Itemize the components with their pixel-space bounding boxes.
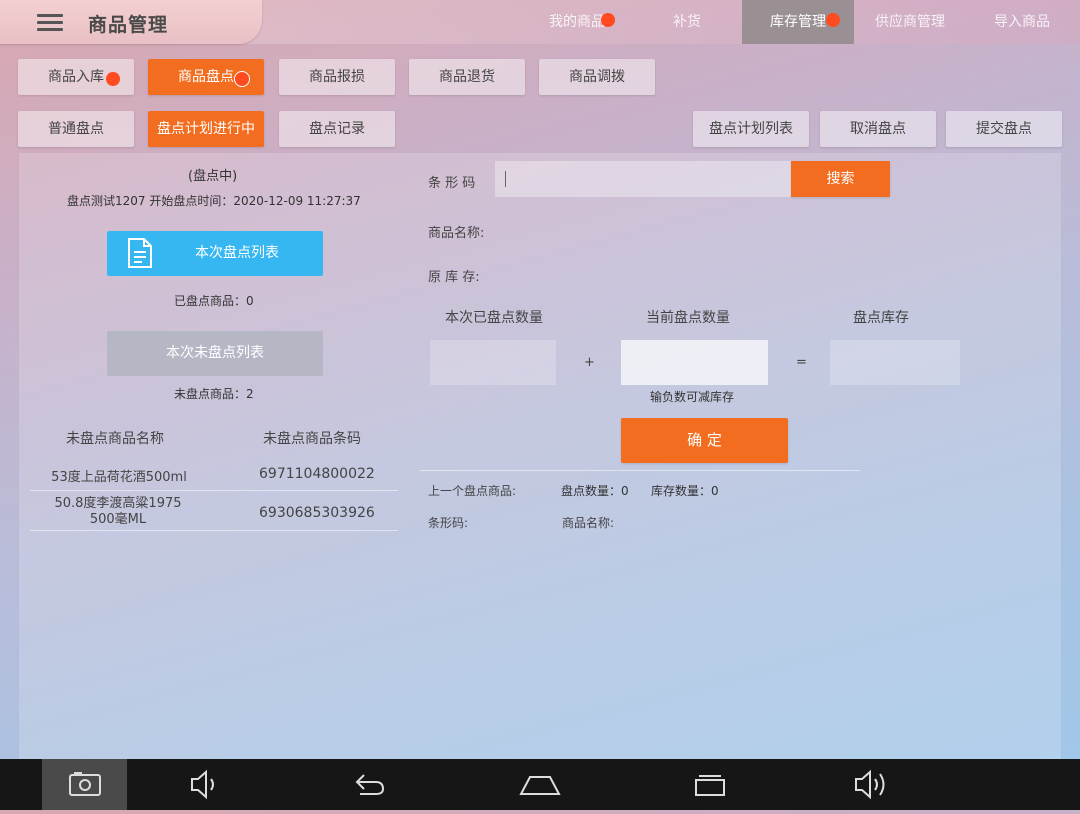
plan-list-button[interactable]: 盘点计划列表 [693, 111, 809, 147]
system-nav-bar [0, 759, 1080, 810]
plus-sign: + [584, 355, 595, 370]
col-stock-label: 盘点库存 [853, 310, 909, 326]
nav-replenish[interactable]: 补货 [633, 0, 741, 44]
nav-import[interactable]: 导入商品 [966, 0, 1078, 44]
tab-plan-in-progress[interactable]: 盘点计划进行中 [148, 111, 264, 147]
nav-suppliers[interactable]: 供应商管理 [854, 0, 966, 44]
stocktake-status: (盘点中) [188, 169, 238, 184]
row-barcode: 6930685303926 [259, 505, 375, 521]
tab-stocktake[interactable]: 商品盘点 [148, 59, 264, 95]
last-count: 盘点数量：0 [561, 484, 629, 498]
notification-badge [601, 13, 615, 27]
volume-up-icon [855, 769, 885, 800]
counted-list-button[interactable]: 本次盘点列表 [107, 231, 323, 276]
back-button[interactable] [338, 759, 398, 810]
last-name-label: 商品名称: [562, 516, 615, 530]
tab-label: 商品入库 [48, 69, 104, 85]
app-title: 商品管理 [88, 14, 169, 36]
volume-up-button[interactable] [842, 759, 902, 810]
tab-label: 商品盘点 [178, 69, 234, 85]
tab-stock-in[interactable]: 商品入库 [18, 59, 134, 95]
uncounted-list-button[interactable]: 本次未盘点列表 [107, 331, 323, 376]
plan-info: 盘点测试1207 开始盘点时间：2020-12-09 11:27:37 [67, 194, 361, 208]
table-header-barcode: 未盘点商品条码 [263, 431, 361, 447]
home-button[interactable] [510, 759, 570, 810]
tab-normal-stocktake[interactable]: 普通盘点 [18, 111, 134, 147]
row-name: 53度上品荷花酒500ml [51, 470, 187, 485]
recents-button[interactable] [680, 759, 740, 810]
counted-count: 已盘点商品：0 [174, 294, 254, 308]
document-icon [128, 238, 152, 268]
tab-returns[interactable]: 商品退货 [409, 59, 525, 95]
home-icon [519, 776, 561, 795]
counted-quantity-field [430, 340, 556, 385]
last-barcode-label: 条形码: [428, 516, 469, 530]
last-stock: 库存数量：0 [651, 484, 719, 498]
current-quantity-input[interactable] [621, 340, 768, 385]
nav-label: 导入商品 [994, 14, 1050, 30]
barcode-label: 条 形 码 [428, 176, 476, 191]
row-divider [30, 490, 398, 491]
back-icon [355, 774, 385, 795]
nav-inventory[interactable]: 库存管理 [742, 0, 854, 44]
negative-hint: 输负数可减库存 [650, 390, 735, 404]
nav-label: 库存管理 [770, 14, 826, 30]
nav-label: 补货 [673, 14, 701, 30]
section-divider [420, 470, 860, 471]
tab-transfer[interactable]: 商品调拨 [539, 59, 655, 95]
tab-damage-report[interactable]: 商品报损 [279, 59, 395, 95]
equals-sign: = [796, 355, 807, 370]
nav-label: 我的商品 [549, 14, 605, 30]
text-caret [505, 171, 506, 187]
submit-stocktake-button[interactable]: 提交盘点 [946, 111, 1062, 147]
nav-label: 供应商管理 [875, 14, 945, 30]
last-item-label: 上一个盘点商品: [428, 484, 517, 498]
camera-icon [69, 772, 101, 796]
cancel-stocktake-button[interactable]: 取消盘点 [820, 111, 936, 147]
recents-icon [695, 775, 725, 796]
top-bar: 商品管理 我的商品 补货 库存管理 供应商管理 导入商品 [0, 0, 1080, 44]
search-button[interactable]: 搜索 [791, 161, 890, 197]
tab-stocktake-records[interactable]: 盘点记录 [279, 111, 395, 147]
nav-my-products[interactable]: 我的商品 [521, 0, 633, 44]
col-counted-label: 本次已盘点数量 [445, 310, 543, 326]
table-header-name: 未盘点商品名称 [66, 431, 164, 447]
confirm-button[interactable]: 确 定 [621, 418, 788, 463]
original-stock-label: 原 库 存: [428, 270, 480, 285]
notification-badge [826, 13, 840, 27]
title-tab: 商品管理 [0, 0, 262, 44]
row-name: 50.8度李渡高粱1975 500毫ML [54, 496, 182, 527]
barcode-input[interactable] [495, 161, 791, 197]
col-current-label: 当前盘点数量 [646, 310, 730, 326]
row-divider [30, 530, 398, 531]
menu-icon[interactable] [37, 14, 63, 32]
counted-list-label: 本次盘点列表 [195, 245, 279, 261]
screenshot-button[interactable] [42, 759, 127, 810]
product-name-label: 商品名称: [428, 226, 485, 241]
volume-down-icon [191, 769, 214, 800]
notification-badge [106, 72, 120, 86]
row-barcode: 6971104800022 [259, 466, 375, 482]
stock-result-field [830, 340, 960, 385]
notification-badge [234, 71, 250, 87]
volume-down-button[interactable] [175, 759, 235, 810]
uncounted-count: 未盘点商品：2 [174, 387, 254, 401]
